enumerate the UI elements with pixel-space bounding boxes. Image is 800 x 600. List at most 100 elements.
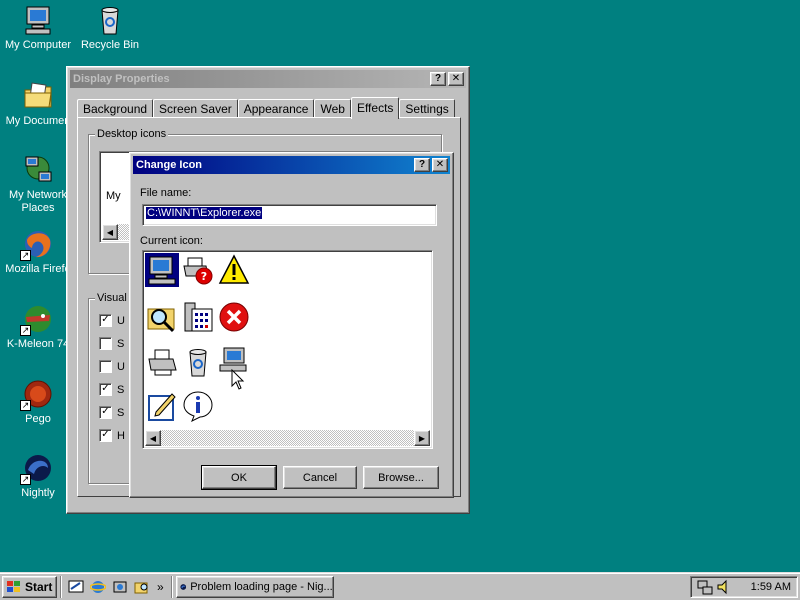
icon-option-error[interactable]: [217, 300, 251, 334]
window-title: Display Properties: [73, 73, 170, 85]
svg-text:?: ?: [201, 270, 207, 283]
error-icon: [219, 302, 249, 332]
desktop-icon-mozilla-firefox[interactable]: ↗ Mozilla Firefo: [0, 228, 76, 276]
calculator-icon: [184, 302, 213, 332]
visual-effects-group-label: Visual: [95, 292, 129, 304]
icon-option-notepad[interactable]: [145, 389, 179, 423]
nightly-icon: ↗: [20, 452, 54, 485]
computer-icon: [22, 4, 54, 36]
checkbox[interactable]: ✓: [99, 406, 112, 419]
scroll-track[interactable]: [161, 430, 414, 446]
network-tray-icon[interactable]: [697, 579, 713, 595]
icon-option-search[interactable]: [145, 300, 179, 334]
warning-icon: [218, 254, 250, 284]
desktop-icon-my-computer[interactable]: My Computer: [0, 4, 76, 52]
computer-icon: [148, 256, 176, 285]
printer-question-icon: ?: [183, 257, 213, 285]
desktop-icon-pego[interactable]: ↗ Pego: [0, 378, 76, 426]
windows-logo-icon: [7, 580, 20, 592]
icon-option-computer[interactable]: [145, 253, 179, 287]
start-button[interactable]: Start: [2, 575, 57, 598]
mouse-cursor-icon: [231, 369, 245, 390]
desktop-icons-group-label: Desktop icons: [95, 128, 169, 140]
folder-icon: [22, 80, 54, 112]
file-name-value: C:\WINNT\Explorer.exe: [146, 207, 263, 219]
system-tray: 1:59 AM: [690, 575, 798, 598]
display-properties-titlebar[interactable]: Display Properties ? ✕: [70, 70, 466, 88]
taskbar-separator: [170, 575, 173, 598]
visual-checkbox-5[interactable]: ✓ S: [99, 406, 124, 419]
icon-grid-scrollbar[interactable]: ◀ ▶: [145, 430, 430, 446]
explorer-icon[interactable]: [133, 578, 151, 596]
search-icon: [147, 308, 175, 333]
taskbar-button-nightly[interactable]: Problem loading page - Nig...: [175, 575, 334, 598]
recycle-bin-icon: [189, 349, 207, 377]
clock[interactable]: 1:59 AM: [751, 581, 791, 593]
visual-checkbox-4[interactable]: ✓ S: [99, 383, 124, 396]
notepad-icon: [148, 393, 176, 421]
checkbox[interactable]: [99, 360, 112, 373]
icon-option-info[interactable]: [181, 389, 215, 423]
help-button[interactable]: ?: [414, 158, 430, 172]
shortcut-arrow-icon: ↗: [20, 325, 31, 336]
tab-web[interactable]: Web: [314, 99, 351, 118]
ie-icon[interactable]: [89, 578, 107, 596]
icon-option-printer[interactable]: [145, 345, 179, 379]
visual-checkbox-3[interactable]: U: [99, 360, 125, 373]
scroll-left-button[interactable]: ◀: [145, 430, 161, 446]
network-icon: [22, 154, 54, 186]
taskbar: Start » Problem loading page - Nig... 1:…: [0, 572, 800, 600]
tab-background[interactable]: Background: [77, 99, 154, 118]
shortcut-arrow-icon: ↗: [20, 250, 31, 261]
desktop-icon-nightly[interactable]: ↗ Nightly: [0, 452, 76, 500]
volume-tray-icon[interactable]: [716, 579, 732, 595]
task-label: Problem loading page - Nig...: [190, 580, 333, 593]
help-button[interactable]: ?: [430, 72, 446, 86]
file-name-input[interactable]: C:\WINNT\Explorer.exe: [142, 204, 437, 226]
icon-option-warning[interactable]: [217, 253, 251, 287]
visual-checkbox-2[interactable]: S: [99, 337, 124, 350]
file-name-label: File name:: [140, 187, 192, 199]
desktop-icon-my-documents[interactable]: My Documen: [0, 80, 76, 128]
close-button[interactable]: ✕: [448, 72, 464, 86]
pego-icon: ↗: [20, 378, 54, 411]
firefox-icon: ↗: [20, 228, 54, 261]
scroll-right-button[interactable]: ▶: [414, 430, 430, 446]
close-button[interactable]: ✕: [432, 158, 448, 172]
printer-icon: [148, 349, 177, 376]
cancel-button[interactable]: Cancel: [283, 466, 357, 489]
icon-option-calculator[interactable]: [181, 300, 215, 334]
icon-grid[interactable]: ? ◀ ▶: [142, 250, 433, 449]
icon-list-item-label: My: [106, 190, 121, 202]
scroll-left-button[interactable]: ◀: [102, 224, 118, 240]
tab-appearance[interactable]: Appearance: [237, 99, 315, 118]
nightly-icon: [180, 583, 186, 590]
channels-icon[interactable]: [111, 578, 129, 596]
quick-launch-overflow[interactable]: »: [157, 580, 164, 594]
icon-option-printer-question[interactable]: ?: [181, 253, 215, 287]
browse-button[interactable]: Browse...: [363, 466, 439, 489]
change-icon-titlebar[interactable]: Change Icon ? ✕: [133, 156, 450, 174]
tab-effects[interactable]: Effects: [350, 97, 400, 119]
desktop-icon-my-network-places[interactable]: My Network Places: [0, 154, 76, 215]
change-icon-dialog: Change Icon ? ✕ File name: C:\WINNT\Expl…: [129, 152, 454, 498]
checkbox[interactable]: [99, 337, 112, 350]
info-icon: [183, 391, 213, 422]
taskbar-separator: [60, 575, 62, 598]
tab-strip: Background Screen Saver Appearance Web E…: [77, 96, 455, 119]
desktop-icon-recycle-bin[interactable]: Recycle Bin: [72, 4, 148, 52]
checkbox[interactable]: ✓: [99, 429, 112, 442]
show-desktop-icon[interactable]: [67, 578, 85, 596]
dialog-title: Change Icon: [136, 159, 203, 171]
recycle-bin-icon: [94, 4, 126, 36]
tab-screen-saver[interactable]: Screen Saver: [153, 99, 238, 118]
checkbox[interactable]: ✓: [99, 314, 112, 327]
ok-button[interactable]: OK: [201, 465, 277, 490]
checkbox[interactable]: ✓: [99, 383, 112, 396]
icon-option-recycle-bin[interactable]: [181, 345, 215, 379]
tab-settings[interactable]: Settings: [399, 99, 455, 118]
visual-checkbox-1[interactable]: ✓ U: [99, 314, 125, 327]
visual-checkbox-6[interactable]: ✓ H: [99, 429, 125, 442]
desktop-icon-k-meleon[interactable]: ↗ K-Meleon 74: [0, 303, 76, 351]
shortcut-arrow-icon: ↗: [20, 474, 31, 485]
